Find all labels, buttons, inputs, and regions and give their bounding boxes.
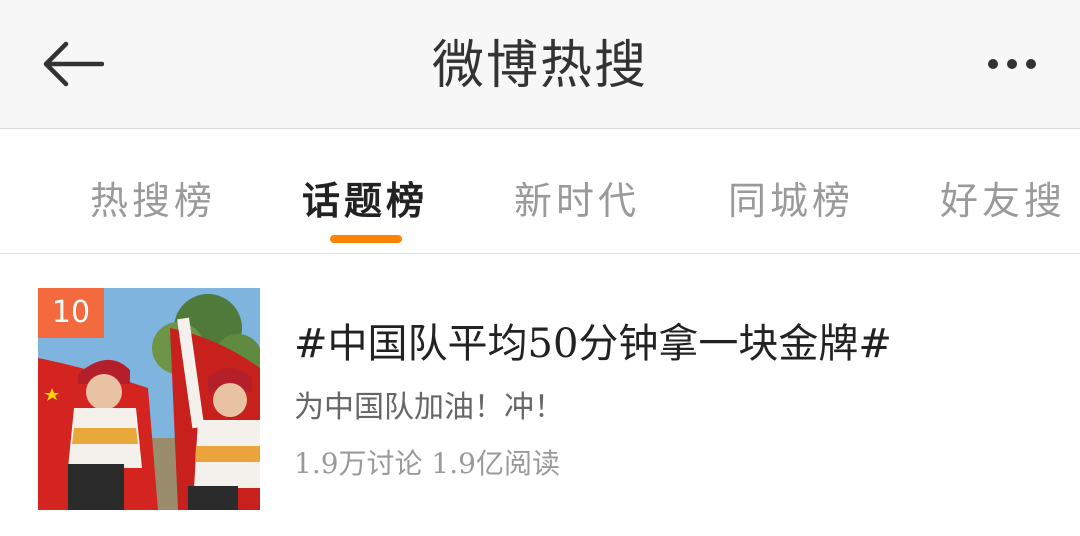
more-dot [1026,59,1036,69]
topic-list-item[interactable]: 10 #中国队平均50分钟拿一块金牌# 为中国队加油！冲！ 1.9万讨论 1.9… [0,254,1080,536]
topic-stats: 1.9万讨论 1.9亿阅读 [294,447,560,480]
app-header: 微博热搜 [0,0,1080,129]
tab-new-era[interactable]: 新时代 [514,173,640,229]
rank-badge: 10 [38,288,104,338]
topic-title[interactable]: #中国队平均50分钟拿一块金牌# [294,314,892,374]
more-dots-icon [988,59,998,69]
topic-thumbnail[interactable]: 10 [38,288,260,510]
tab-local[interactable]: 同城榜 [728,173,854,229]
more-button[interactable] [970,44,1054,84]
page-title: 微博热搜 [431,36,648,96]
tab-friends[interactable]: 好友搜 [940,173,1066,229]
tab-bar: 热搜榜 话题榜 新时代 同城榜 好友搜 [0,129,1080,254]
tab-hot-search[interactable]: 热搜榜 [90,173,216,229]
active-tab-indicator [330,235,402,243]
topic-description: 为中国队加油！冲！ [294,390,564,425]
tab-topics[interactable]: 话题榜 [302,173,428,229]
more-dot [1007,59,1017,69]
